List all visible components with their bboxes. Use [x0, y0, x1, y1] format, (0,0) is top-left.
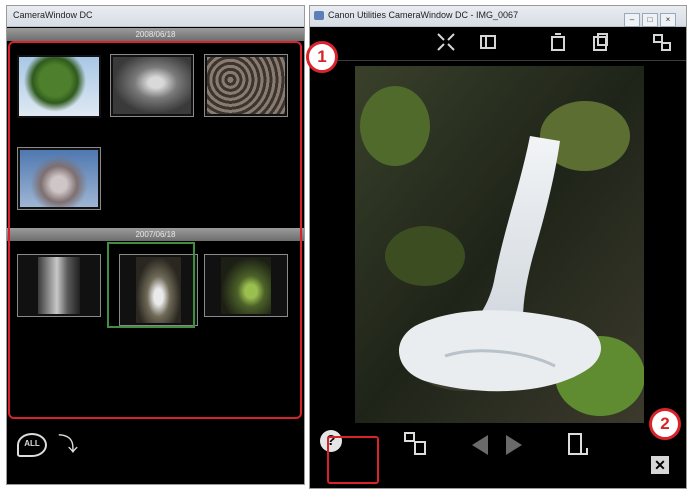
window-close-button[interactable]: × — [660, 13, 676, 27]
left-window-titlebar[interactable]: CameraWindow DC — [7, 6, 304, 27]
rotate-left-icon[interactable] — [546, 32, 570, 56]
import-arrow-icon[interactable]: ⤵ — [55, 432, 81, 458]
annotation-box-close — [327, 436, 379, 484]
single-view-icon[interactable] — [476, 32, 500, 56]
select-all-icon[interactable]: ALL — [17, 433, 47, 457]
fit-to-screen-icon[interactable] — [434, 32, 458, 56]
maximize-button[interactable]: □ — [642, 13, 658, 27]
image-viewer-window: Canon Utilities CameraWindow DC - IMG_00… — [309, 5, 687, 489]
callout-number-2: 2 — [660, 414, 670, 433]
toolbar-divider — [310, 60, 686, 61]
callout-number-1: 1 — [317, 47, 327, 66]
callout-badge-1: 1 — [306, 41, 338, 73]
right-window-title: Canon Utilities CameraWindow DC - IMG_00… — [328, 10, 519, 20]
print-document-icon[interactable] — [564, 430, 592, 458]
minimize-button[interactable]: – — [624, 13, 640, 27]
date-group-header-1[interactable]: 2008/06/18 — [7, 28, 304, 41]
select-all-label: ALL — [24, 439, 40, 448]
previous-image-button[interactable] — [470, 433, 490, 457]
rotate-right-icon[interactable] — [588, 32, 612, 56]
close-viewer-button[interactable]: ✕ — [651, 456, 669, 474]
left-window-title: CameraWindow DC — [13, 10, 93, 20]
camera-transfer-icon[interactable] — [650, 32, 674, 56]
annotation-box-thumbnails — [8, 41, 302, 419]
main-photo-waterfall — [355, 66, 645, 423]
next-image-button[interactable] — [504, 433, 524, 457]
window-controls: – □ × — [622, 9, 676, 27]
callout-badge-2: 2 — [649, 408, 681, 440]
date-group-label-1: 2008/06/18 — [135, 30, 176, 39]
camera-print-icon[interactable] — [402, 430, 430, 458]
right-window-titlebar[interactable]: Canon Utilities CameraWindow DC - IMG_00… — [310, 6, 686, 27]
app-icon — [314, 11, 324, 20]
